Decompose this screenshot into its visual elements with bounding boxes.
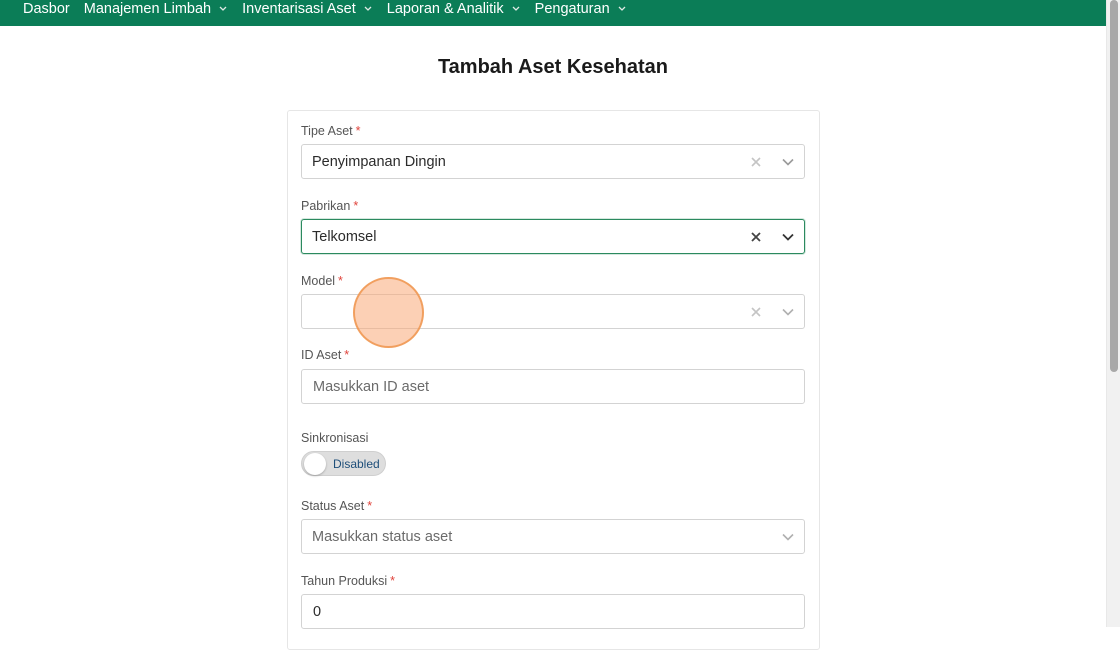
- top-navbar: Dasbor Manajemen Limbah Inventarisasi As…: [0, 0, 1106, 26]
- required-marker: *: [338, 274, 343, 288]
- model-label-text: Model: [301, 274, 336, 288]
- id-aset-input[interactable]: Masukkan ID aset: [301, 369, 805, 404]
- nav-item-inventarisasi-aset[interactable]: Inventarisasi Aset: [242, 0, 373, 22]
- nav-item-label: Dasbor: [23, 1, 70, 17]
- nav-item-label: Inventarisasi Aset: [242, 1, 356, 17]
- page-scrollbar[interactable]: [1106, 0, 1120, 627]
- sinkronisasi-toggle[interactable]: Disabled: [301, 451, 386, 476]
- nav-item-laporan-analitik[interactable]: Laporan & Analitik: [387, 0, 521, 22]
- nav-item-label: Manajemen Limbah: [83, 1, 212, 17]
- tahun-produksi-label: Tahun Produksi *: [301, 574, 395, 588]
- tahun-produksi-label-text: Tahun Produksi: [301, 574, 388, 588]
- status-aset-label-text: Status Aset: [301, 499, 365, 513]
- pabrikan-value: Telkomsel: [312, 228, 377, 245]
- chevron-down-icon[interactable]: [772, 520, 804, 553]
- id-aset-placeholder: Masukkan ID aset: [313, 378, 430, 395]
- chevron-down-icon[interactable]: [772, 220, 804, 253]
- click-indicator: [353, 277, 424, 348]
- tahun-produksi-value: 0: [313, 603, 322, 620]
- status-aset-select[interactable]: Masukkan status aset: [301, 519, 805, 554]
- tipe-aset-label: Tipe Aset *: [301, 124, 361, 138]
- nav-item-dasbor[interactable]: Dasbor: [23, 0, 70, 22]
- toggle-knob: [304, 453, 326, 475]
- toggle-state-text: Disabled: [333, 457, 380, 471]
- chevron-down-icon: [617, 4, 627, 14]
- chevron-down-icon: [218, 4, 228, 14]
- model-label: Model *: [301, 274, 343, 288]
- scrollbar-thumb[interactable]: [1110, 0, 1118, 372]
- chevron-down-icon: [363, 4, 373, 14]
- chevron-down-icon[interactable]: [772, 145, 804, 178]
- close-icon[interactable]: [740, 145, 772, 178]
- tipe-aset-value: Penyimpanan Dingin: [312, 153, 446, 170]
- close-icon[interactable]: [740, 220, 772, 253]
- id-aset-label: ID Aset *: [301, 348, 349, 362]
- chevron-down-icon: [511, 4, 521, 14]
- pabrikan-select[interactable]: Telkomsel: [301, 219, 805, 254]
- nav-item-manajemen-limbah[interactable]: Manajemen Limbah: [84, 0, 228, 22]
- required-marker: *: [390, 574, 396, 588]
- page-title: Tambah Aset Kesehatan: [437, 56, 669, 78]
- tipe-aset-select[interactable]: Penyimpanan Dingin: [301, 144, 805, 179]
- sinkronisasi-label: Sinkronisasi: [301, 431, 368, 445]
- nav-item-label: Laporan & Analitik: [386, 1, 504, 17]
- close-icon[interactable]: [740, 295, 772, 328]
- pabrikan-label: Pabrikan *: [301, 199, 358, 213]
- pabrikan-label-text: Pabrikan: [301, 199, 351, 213]
- status-aset-placeholder: Masukkan status aset: [312, 528, 453, 545]
- tipe-aset-label-text: Tipe Aset: [301, 124, 353, 138]
- id-aset-label-text: ID Aset: [301, 348, 342, 362]
- nav-item-label: Pengaturan: [534, 1, 610, 17]
- required-marker: *: [367, 499, 373, 513]
- sinkronisasi-label-text: Sinkronisasi: [301, 431, 369, 445]
- status-aset-label: Status Aset *: [301, 499, 372, 513]
- required-marker: *: [355, 124, 361, 138]
- required-marker: *: [344, 348, 350, 362]
- chevron-down-icon[interactable]: [772, 295, 804, 328]
- tahun-produksi-input[interactable]: 0: [301, 594, 805, 629]
- required-marker: *: [353, 199, 359, 213]
- nav-item-pengaturan[interactable]: Pengaturan: [535, 0, 627, 22]
